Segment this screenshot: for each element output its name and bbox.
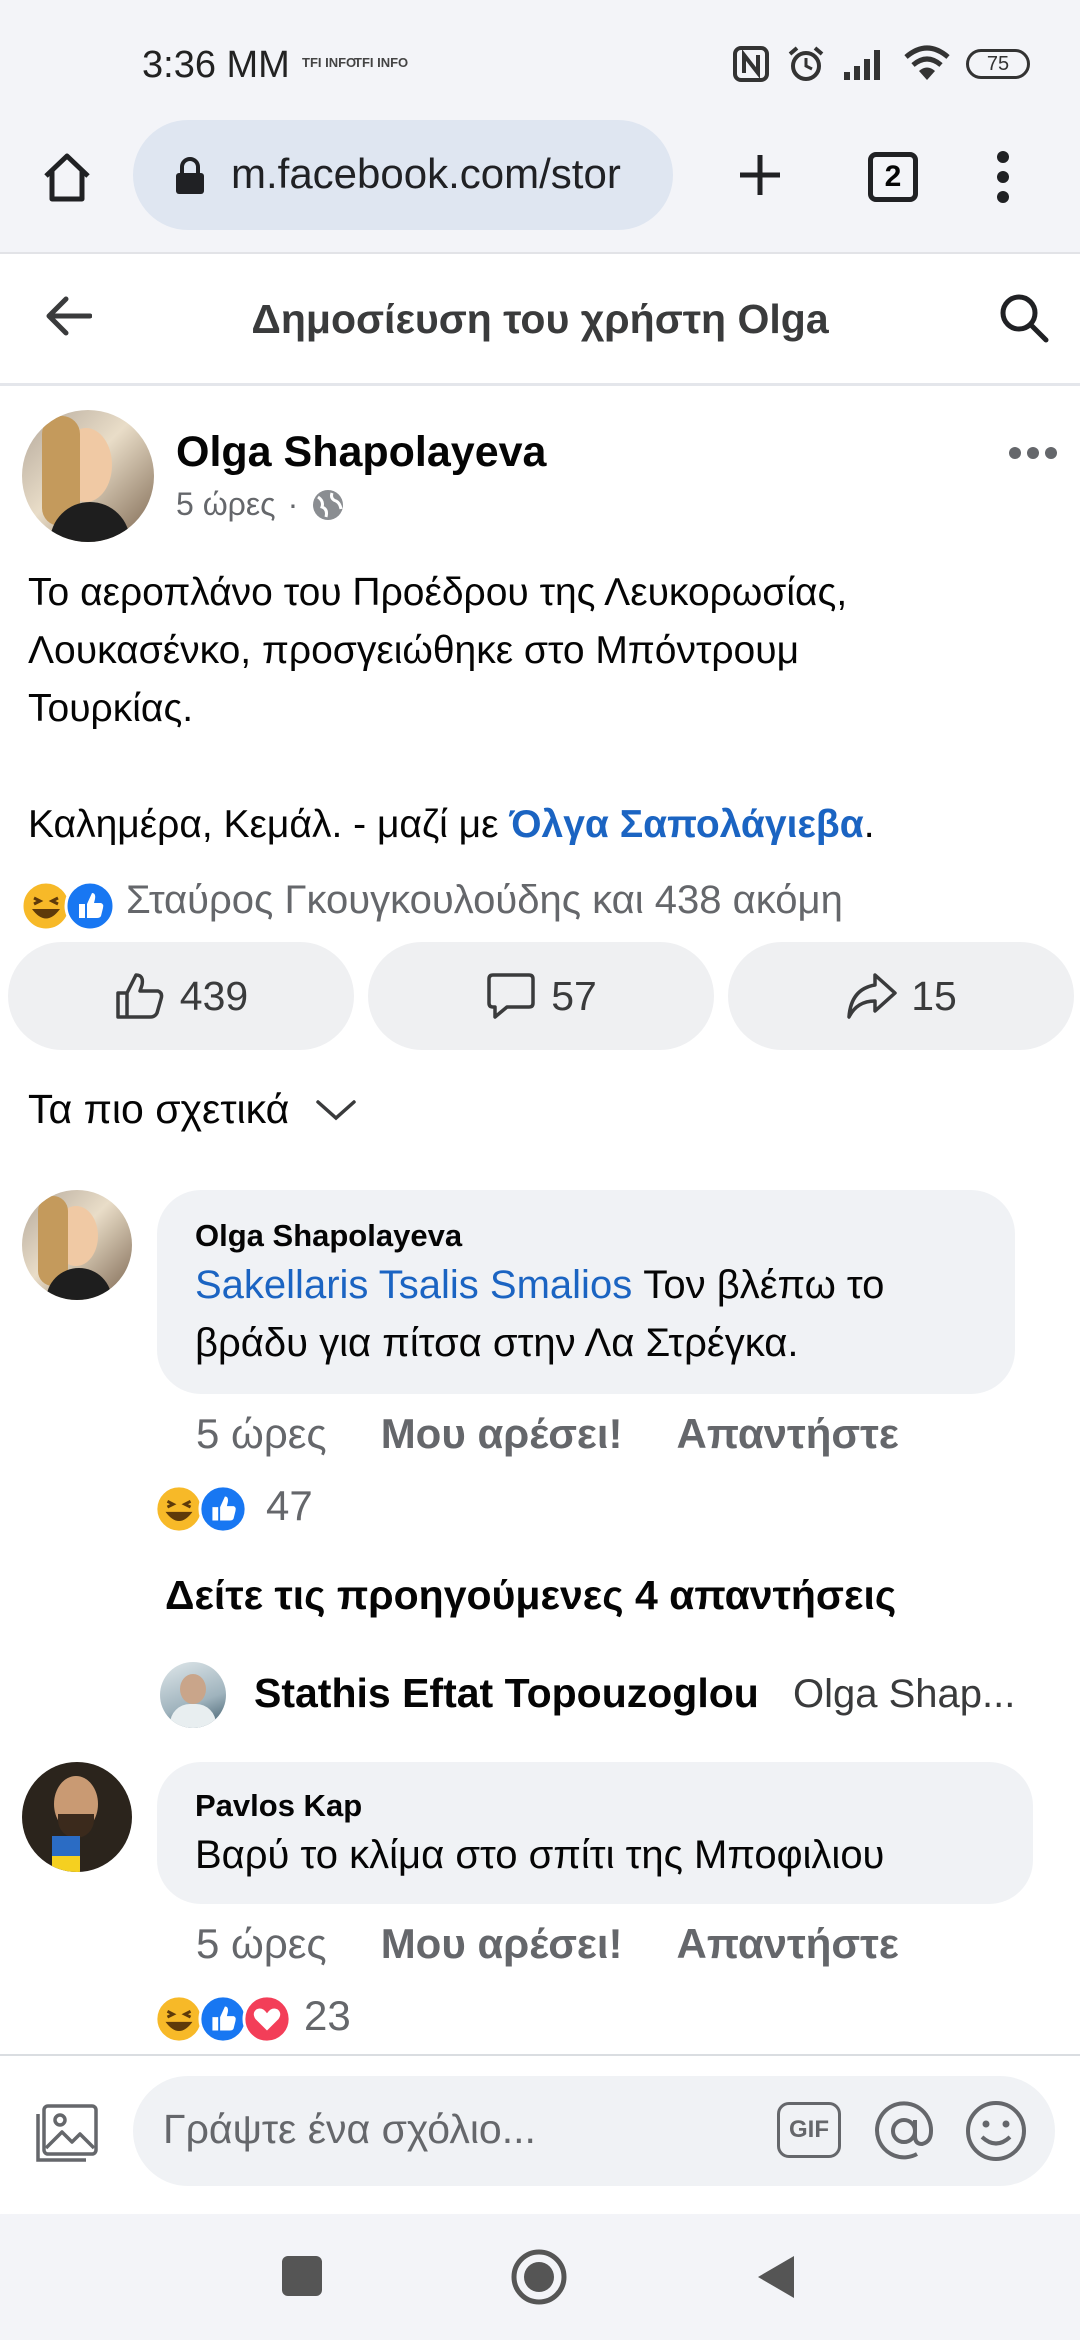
- home-icon[interactable]: [40, 150, 94, 204]
- address-bar[interactable]: m.facebook.com/stor: [133, 120, 673, 230]
- page-title: Δημοσίευση του χρήστη Olga: [251, 296, 829, 342]
- commenter-avatar[interactable]: [22, 1190, 132, 1300]
- gif-label: GIF: [789, 2116, 829, 2143]
- post-text-suffix: .: [863, 803, 875, 846]
- see-previous-replies-link[interactable]: Δείτε τις προηγούμενες 4 απαντήσεις: [165, 1572, 896, 1619]
- comment-text-line-2: βράδυ για πίτσα στην Λα Στρέγκα.: [195, 1321, 799, 1365]
- battery-icon: 75: [966, 49, 1030, 79]
- status-time: 3:36 MM: [142, 44, 290, 86]
- comment-author[interactable]: Pavlos Kap: [195, 1788, 362, 1824]
- like-reaction-icon: [64, 880, 116, 932]
- share-arrow-icon: [847, 973, 897, 1019]
- comment-reactions[interactable]: 47: [154, 1482, 354, 1538]
- home-circle-icon[interactable]: [510, 2248, 568, 2306]
- comment-reply-link[interactable]: Απαντήστε: [677, 1920, 899, 1968]
- comment-reply-link[interactable]: Απαντήστε: [677, 1410, 899, 1458]
- like-reaction-icon: [198, 1994, 248, 2044]
- status-bar: 3:36 MM TFI INFO TFI INFO 75: [0, 0, 1080, 120]
- comment-count: 57: [551, 972, 597, 1019]
- comment-icon: [487, 973, 535, 1019]
- system-navigation-bar: [0, 2214, 1080, 2340]
- share-count: 15: [911, 972, 957, 1019]
- back-triangle-icon[interactable]: [754, 2252, 798, 2302]
- post-text-line: Το αεροπλάνο του Προέδρου της Λευκορωσία…: [28, 571, 848, 614]
- post-body: Το αεροπλάνο του Προέδρου της Λευκορωσία…: [28, 564, 1058, 854]
- photo-attach-icon[interactable]: [34, 2102, 100, 2164]
- post-text-line: Τουρκίας.: [28, 687, 194, 730]
- comment-reaction-count: 23: [304, 1992, 351, 2039]
- comment-actions: 5 ώρες Μου αρέσει! Απαντήστε: [196, 1410, 899, 1458]
- post-author-name[interactable]: Olga Shapolayeva: [176, 428, 546, 477]
- thumbs-up-icon: [116, 973, 164, 1019]
- haha-reaction-icon: [154, 1484, 204, 1534]
- comment-reactions[interactable]: 23: [154, 1992, 414, 2048]
- comment-input[interactable]: Γράψτε ένα σχόλιο... GIF: [133, 2076, 1055, 2186]
- comment-time[interactable]: 5 ώρες: [196, 1410, 327, 1458]
- reply-preview[interactable]: Stathis Eftat Topouzoglou Olga Shap...: [158, 1660, 1048, 1728]
- post-text-line-tag: Καλημέρα, Κεμάλ. - μαζί με Όλγα Σαπολάγι…: [28, 796, 1058, 854]
- chevron-down-icon[interactable]: [315, 1096, 357, 1124]
- reply-author-avatar[interactable]: [160, 1662, 226, 1728]
- tagged-person-link[interactable]: Όλγα Σαπολάγιεβα: [509, 803, 863, 846]
- wifi-icon: [904, 45, 950, 80]
- status-icons: 75: [732, 40, 1030, 88]
- commenter-avatar[interactable]: [22, 1762, 132, 1872]
- tabs-count: 2: [884, 160, 902, 193]
- status-notification-icon: TFI INFO: [302, 55, 357, 70]
- mention-icon[interactable]: [871, 2098, 937, 2164]
- globe-icon: [313, 489, 344, 520]
- status-notification-icon-2: TFI INFO: [354, 55, 409, 70]
- reactions-summary[interactable]: Σταύρος Γκουγκουλούδης και 438 ακόμη: [20, 876, 1060, 932]
- reply-preview-text: Olga Shap...: [793, 1672, 1016, 1716]
- alarm-icon: [788, 46, 824, 81]
- love-reaction-icon: [242, 1994, 292, 2044]
- comment-text-rest: Τον βλέπω το: [632, 1263, 885, 1307]
- post-time[interactable]: 5 ώρες: [176, 486, 276, 523]
- lock-icon[interactable]: [173, 156, 207, 196]
- comment-actions: 5 ώρες Μου αρέσει! Απαντήστε: [196, 1920, 899, 1968]
- url-text[interactable]: m.facebook.com/stor: [231, 150, 621, 198]
- comment-text: Βαρύ το κλίμα στο σπίτι της Μποφιλιου: [195, 1833, 885, 1877]
- sort-label[interactable]: Τα πιο σχετικά: [28, 1086, 289, 1133]
- reply-author-name[interactable]: Stathis Eftat Topouzoglou: [254, 1670, 759, 1717]
- comment-time[interactable]: 5 ώρες: [196, 1920, 327, 1968]
- comment-author[interactable]: Olga Shapolayeva: [195, 1218, 462, 1254]
- comment-mention-link[interactable]: Sakellaris Tsalis Smalios: [195, 1263, 632, 1307]
- browser-menu-icon[interactable]: [993, 150, 1013, 204]
- battery-level: 75: [986, 53, 1010, 75]
- comment-like-link[interactable]: Μου αρέσει!: [381, 1920, 623, 1968]
- comment-button[interactable]: 57: [368, 942, 714, 1050]
- comment-like-link[interactable]: Μου αρέσει!: [381, 1410, 623, 1458]
- nfc-icon: [733, 46, 769, 82]
- post-text-prefix: Καλημέρα, Κεμάλ. - μαζί με: [28, 803, 510, 846]
- comment-bubble[interactable]: Pavlos Kap Βαρύ το κλίμα στο σπίτι της Μ…: [157, 1762, 1033, 1904]
- more-options-icon[interactable]: [1008, 446, 1058, 460]
- post-author-avatar[interactable]: [22, 410, 154, 542]
- recents-square-icon[interactable]: [282, 2256, 322, 2296]
- share-button[interactable]: 15: [728, 942, 1074, 1050]
- comment-sort-dropdown[interactable]: Τα πιο σχετικά: [28, 1086, 357, 1133]
- search-icon[interactable]: [998, 292, 1050, 344]
- signal-icon: [844, 50, 880, 80]
- comment-text: Sakellaris Tsalis Smalios Τον βλέπω το: [195, 1256, 884, 1314]
- comment-reaction-count: 47: [266, 1482, 313, 1529]
- comment-placeholder[interactable]: Γράψτε ένα σχόλιο...: [163, 2106, 536, 2153]
- like-reaction-icon: [198, 1484, 248, 1534]
- new-tab-icon[interactable]: [735, 150, 785, 200]
- tabs-count-button[interactable]: 2: [868, 152, 918, 202]
- comment-bubble[interactable]: Olga Shapolayeva Sakellaris Tsalis Smali…: [157, 1190, 1015, 1394]
- post-text-line: Λουκασένκο, προσγειώθηκε στο Μπόντρουμ: [28, 629, 800, 672]
- post-meta: 5 ώρες ·: [176, 486, 346, 523]
- meta-separator: ·: [287, 486, 299, 522]
- like-button[interactable]: 439: [8, 942, 354, 1050]
- emoji-icon[interactable]: [963, 2098, 1029, 2164]
- haha-reaction-icon: [154, 1994, 204, 2044]
- like-count: 439: [179, 972, 249, 1019]
- gif-button[interactable]: GIF: [777, 2102, 841, 2158]
- reactions-summary-text[interactable]: Σταύρος Γκουγκουλούδης και 438 ακόμη: [126, 878, 843, 923]
- post-header-bar: Δημοσίευση του χρήστη Olga: [0, 256, 1080, 386]
